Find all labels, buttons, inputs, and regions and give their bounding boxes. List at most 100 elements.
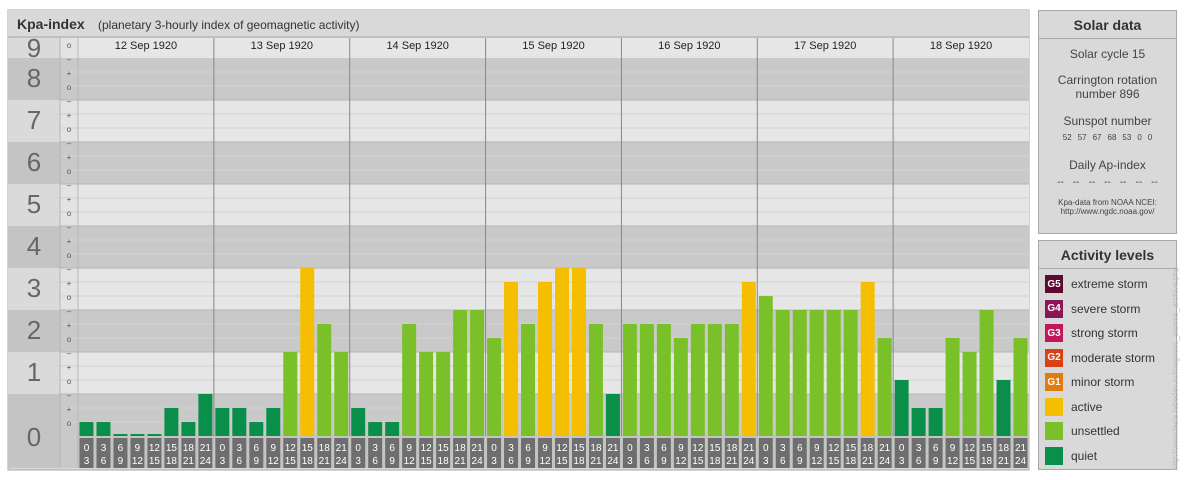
interval-end-label: 6 (101, 456, 107, 467)
interval-start-label: 15 (438, 443, 450, 454)
sunspot-number-title: Sunspot number (1063, 114, 1152, 128)
level-unsettled: unsettled (1039, 419, 1176, 444)
kp-bar (334, 352, 349, 436)
interval-start-label: 0 (220, 443, 226, 454)
interval-end-label: 9 (661, 456, 667, 467)
interval-start-label: 3 (237, 443, 243, 454)
band (60, 142, 78, 184)
kp-bar (130, 434, 145, 436)
level-label: unsettled (1071, 424, 1120, 439)
interval-end-label: 9 (933, 456, 939, 467)
kp-bar (181, 422, 196, 436)
third-marker: + (67, 111, 72, 120)
third-marker: + (67, 195, 72, 204)
interval-start-label: 6 (389, 443, 395, 454)
interval-start-label: 15 (981, 443, 993, 454)
third-marker: – (67, 307, 72, 316)
kp-bar (232, 407, 247, 436)
interval-end-label: 15 (828, 456, 840, 467)
kp-bar (521, 323, 536, 436)
level-swatch (1045, 397, 1063, 416)
interval-start-label: 3 (508, 443, 514, 454)
sunspot-value: 53 (1122, 133, 1132, 142)
interval-start-label: 3 (372, 443, 378, 454)
y-tick-label: 1 (27, 357, 41, 387)
interval-end-label: 18 (573, 456, 585, 467)
sunspot-value: 0 (1137, 133, 1142, 142)
interval-end-label: 6 (372, 456, 378, 467)
y-tick-label: 4 (27, 231, 41, 261)
interval-end-label: 3 (220, 456, 226, 467)
interval-end-label: 9 (389, 456, 395, 467)
interval-end-label: 15 (421, 456, 433, 467)
band (60, 436, 78, 468)
interval-start-label: 0 (355, 443, 361, 454)
third-marker: – (67, 349, 72, 358)
interval-end-label: 18 (709, 456, 721, 467)
interval-end-label: 9 (797, 456, 803, 467)
interval-start-label: 18 (455, 443, 467, 454)
kp-bar (894, 380, 909, 436)
level-badge: G3 (1045, 324, 1063, 343)
interval-start-label: 21 (743, 443, 755, 454)
interval-start-label: 6 (661, 443, 667, 454)
interval-end-label: 24 (200, 456, 212, 467)
interval-end-label: 9 (254, 456, 260, 467)
interval-end-label: 9 (525, 456, 531, 467)
band (60, 310, 78, 352)
interval-start-label: 18 (183, 443, 195, 454)
third-marker: o (67, 251, 72, 260)
interval-start-label: 6 (933, 443, 939, 454)
interval-start-label: 12 (964, 443, 976, 454)
interval-start-label: 15 (166, 443, 178, 454)
interval-start-label: 15 (709, 443, 721, 454)
band (60, 100, 78, 142)
third-marker: – (67, 55, 72, 64)
kp-bar (826, 310, 841, 436)
sunspot-value: 0 (1147, 133, 1153, 142)
kp-bar (707, 323, 722, 436)
ap-value: -- (1088, 177, 1096, 188)
interval-end-label: 6 (237, 456, 243, 467)
kp-bar (571, 268, 586, 436)
day-label: 15 Sep 1920 (522, 40, 584, 52)
kp-bar (758, 296, 773, 436)
third-marker: + (67, 153, 72, 162)
band (60, 58, 78, 100)
kp-bar (419, 352, 434, 436)
interval-end-label: 3 (899, 456, 905, 467)
kp-bar (605, 394, 620, 436)
kp-bar (877, 338, 892, 436)
third-marker: – (67, 391, 72, 400)
data-source-link[interactable]: http://www.ngdc.noaa.gov/ (1039, 207, 1176, 216)
kp-bar (436, 352, 451, 436)
third-marker: o (67, 41, 72, 50)
interval-end-label: 12 (675, 456, 687, 467)
interval-start-label: 21 (1015, 443, 1027, 454)
interval-start-label: 12 (692, 443, 704, 454)
band (78, 268, 1029, 310)
kp-bar (809, 310, 824, 436)
interval-end-label: 6 (644, 456, 650, 467)
level-g2: G2 moderate storm (1039, 346, 1176, 371)
kp-bar (215, 407, 230, 436)
third-marker: – (67, 97, 72, 106)
band (78, 58, 1029, 100)
third-marker: + (67, 321, 72, 330)
interval-start-label: 21 (879, 443, 891, 454)
third-marker: o (67, 419, 72, 428)
kp-bar (775, 310, 790, 436)
sunspot-value: 68 (1107, 133, 1117, 142)
kp-bar (402, 323, 417, 436)
third-marker: + (67, 363, 72, 372)
third-marker: o (67, 167, 72, 176)
kp-bar (979, 310, 994, 436)
interval-end-label: 21 (455, 456, 467, 467)
interval-start-label: 12 (149, 443, 161, 454)
level-swatch (1045, 446, 1063, 465)
interval-start-label: 12 (421, 443, 433, 454)
interval-end-label: 21 (862, 456, 874, 467)
kp-bar (300, 268, 315, 436)
interval-end-label: 24 (879, 456, 891, 467)
y-tick-label: 0 (27, 422, 41, 452)
